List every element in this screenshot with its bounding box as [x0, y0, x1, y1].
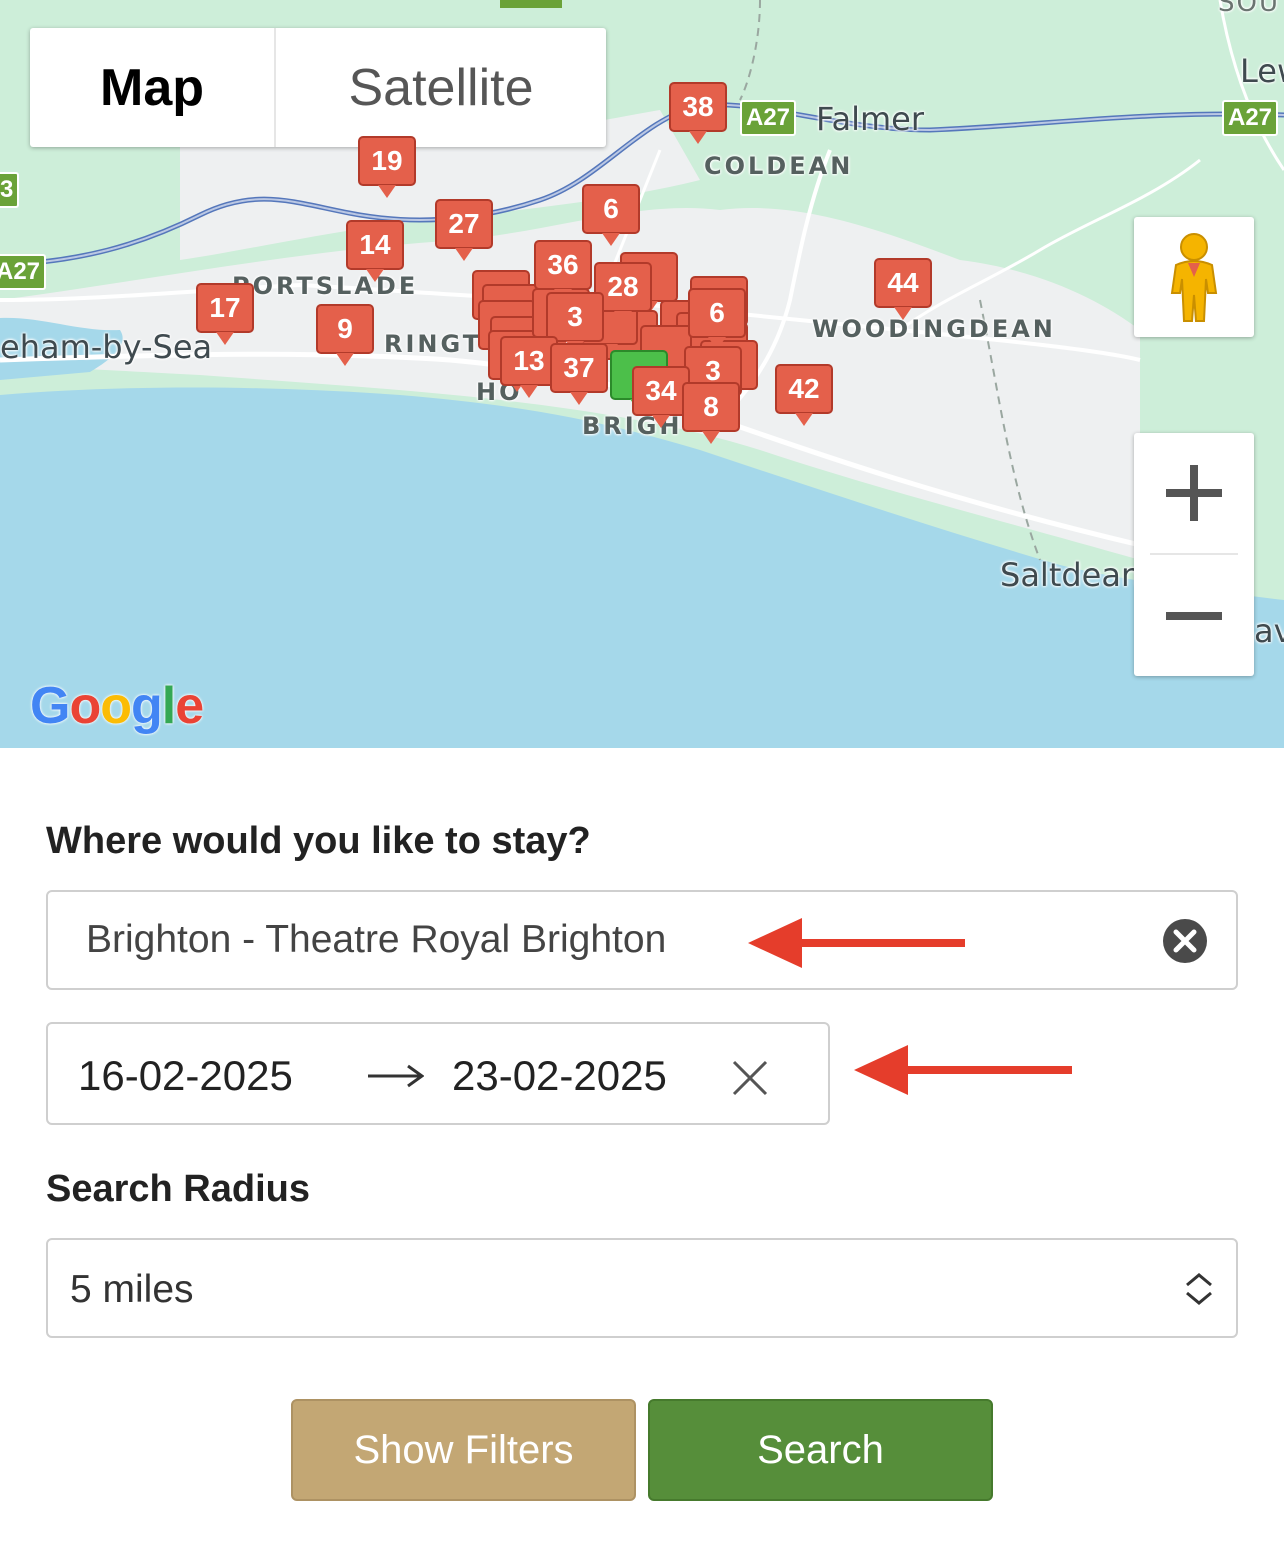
map-marker[interactable]: 9	[316, 304, 374, 366]
clear-dates-icon[interactable]	[732, 1060, 768, 1096]
map-marker[interactable]: 19	[358, 136, 416, 198]
zoom-out-button[interactable]	[1134, 556, 1254, 676]
map-label-shoreham: eham-by-Sea	[0, 328, 213, 366]
map-label-coldean: COLDEAN	[704, 152, 854, 180]
search-button[interactable]: Search	[648, 1399, 993, 1501]
road-shield-a27: A27	[0, 254, 47, 290]
map-label-woodingdean: WOODINGDEAN	[812, 315, 1056, 343]
location-value: Brighton - Theatre Royal Brighton	[86, 918, 667, 961]
end-date[interactable]: 23-02-2025	[452, 1052, 667, 1100]
search-radius-label: Search Radius	[46, 1168, 310, 1210]
show-filters-button[interactable]: Show Filters	[291, 1399, 636, 1501]
pegman-icon	[1170, 233, 1218, 322]
map-marker[interactable]: 44	[874, 258, 932, 320]
date-range-input[interactable]: 16-02-2025 23-02-2025	[46, 1022, 830, 1125]
location-input[interactable]: Brighton - Theatre Royal Brighton	[46, 890, 1238, 990]
where-label: Where would you like to stay?	[46, 820, 591, 862]
road-shield-a27: A27	[740, 100, 797, 136]
map-marker[interactable]: 27	[435, 199, 493, 261]
clear-location-icon[interactable]	[1162, 918, 1208, 964]
map-marker[interactable]: 38	[669, 82, 727, 144]
annotation-arrow	[748, 918, 965, 968]
search-radius-select[interactable]: 5 miles	[46, 1238, 1238, 1338]
arrow-right-icon	[368, 1064, 424, 1088]
map-view[interactable]: Map Satellite SOU Lew Falmer COLDEAN POR…	[0, 0, 1284, 748]
map-marker[interactable]: 6	[688, 288, 746, 350]
map-label-saltdean: Saltdean	[1000, 556, 1142, 594]
zoom-in-button[interactable]	[1134, 433, 1254, 553]
satellite-tab[interactable]: Satellite	[276, 28, 606, 147]
map-label-sou: SOU	[1218, 0, 1280, 18]
map-type-control: Map Satellite	[30, 28, 606, 147]
map-tab[interactable]: Map	[30, 28, 274, 147]
google-logo: Google	[30, 677, 204, 735]
minus-icon	[1166, 612, 1222, 620]
map-marker[interactable]: 37	[550, 343, 608, 405]
select-arrows-icon	[1186, 1273, 1212, 1305]
map-label-av: av	[1254, 612, 1284, 650]
map-marker[interactable]: 36	[534, 240, 592, 302]
map-marker[interactable]: 17	[196, 283, 254, 345]
road-shield-a-road: 3	[0, 172, 20, 208]
map-label-falmer: Falmer	[816, 100, 924, 138]
map-label-hove-partial: RINGT	[384, 330, 483, 358]
map-label-portslade: PORTSLADE	[232, 272, 419, 300]
street-view-pegman[interactable]	[1134, 217, 1254, 337]
map-marker[interactable]: 3	[546, 292, 604, 354]
map-marker[interactable]: 14	[346, 220, 404, 282]
start-date[interactable]: 16-02-2025	[78, 1052, 293, 1100]
map-marker[interactable]: 8	[682, 382, 740, 444]
map-label-lew: Lew	[1240, 52, 1284, 90]
plus-icon	[1166, 465, 1222, 521]
search-radius-value: 5 miles	[70, 1268, 194, 1311]
road-shield-a27: A27	[1222, 100, 1279, 136]
annotation-arrow	[854, 1045, 1072, 1095]
map-marker[interactable]: 42	[775, 364, 833, 426]
zoom-divider	[1150, 553, 1238, 555]
zoom-control	[1134, 433, 1254, 676]
map-marker[interactable]: 6	[582, 184, 640, 246]
